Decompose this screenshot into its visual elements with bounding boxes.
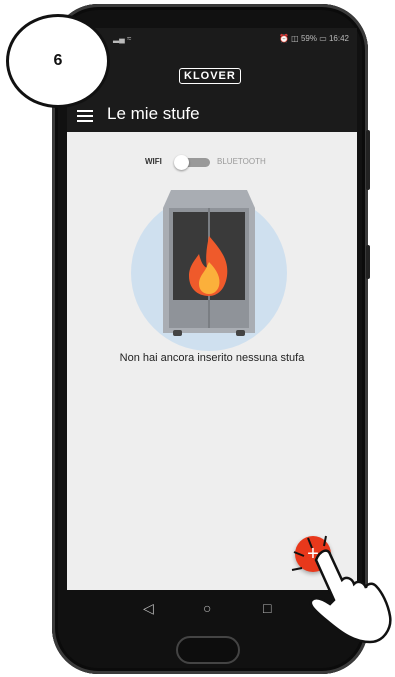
empty-state-message: Non hai ancora inserito nessuna stufa bbox=[119, 352, 305, 364]
wifi-bluetooth-switch[interactable] bbox=[174, 155, 210, 170]
volume-button bbox=[366, 130, 370, 190]
signal-wifi-icon: ▂▄ ≈ bbox=[113, 34, 132, 43]
back-icon[interactable]: ◁ bbox=[143, 598, 154, 618]
hamburger-menu-icon[interactable] bbox=[77, 110, 93, 122]
connection-toggle-row: WIFI BLUETOOTH bbox=[67, 154, 357, 170]
status-right: ⏰ ◫ 59% ▭ 16:42 bbox=[279, 34, 349, 43]
bluetooth-label: BLUETOOTH bbox=[217, 157, 266, 166]
page-title: Le mie stufe bbox=[107, 104, 200, 123]
app-bar: KLOVER Le mie stufe bbox=[67, 50, 357, 132]
step-number-badge: 6 bbox=[6, 14, 110, 108]
hardware-home-key bbox=[176, 636, 240, 664]
switch-knob bbox=[174, 155, 189, 170]
status-bar: ▂▄ ≈ ⏰ ◫ 59% ▭ 16:42 bbox=[67, 28, 357, 50]
home-icon[interactable]: ○ bbox=[203, 598, 211, 618]
klover-logo: KLOVER bbox=[179, 68, 241, 84]
power-button bbox=[366, 245, 370, 279]
recent-apps-icon[interactable]: □ bbox=[263, 598, 271, 618]
stove-illustration bbox=[131, 190, 287, 351]
tap-hand-icon bbox=[291, 535, 392, 644]
wifi-label: WIFI bbox=[145, 157, 162, 166]
